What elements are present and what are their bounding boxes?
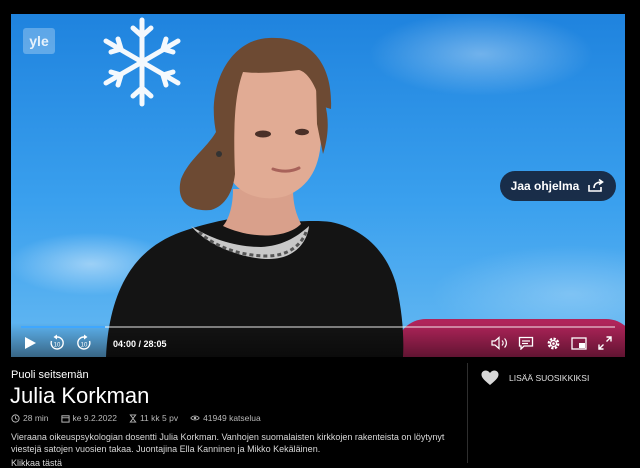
eye-icon <box>190 415 200 421</box>
rewind-10-button[interactable]: 10 <box>47 334 67 352</box>
svg-text:10: 10 <box>54 343 61 349</box>
progress-fill <box>21 326 106 328</box>
calendar-icon <box>60 414 70 423</box>
forward-10-icon: 10 <box>77 334 91 350</box>
date-meta: ke 9.2.2022 <box>60 413 117 423</box>
info-divider <box>467 363 468 463</box>
add-favorite-button[interactable]: LISÄÄ SUOSIKKIKSI <box>481 370 589 386</box>
gear-icon <box>547 337 559 349</box>
rewind-10-icon: 10 <box>50 334 64 350</box>
volume-button[interactable] <box>490 334 510 352</box>
time-display: 04:00 / 28:05 <box>113 339 167 349</box>
fullscreen-button[interactable] <box>595 334 615 352</box>
favorite-label: LISÄÄ SUOSIKKIKSI <box>509 373 590 383</box>
views-meta: 41949 katselua <box>190 413 261 423</box>
picture-in-picture-icon <box>571 336 587 350</box>
availability-meta: 11 kk 5 pv <box>129 413 178 423</box>
availability-text: 11 kk 5 pv <box>139 413 179 423</box>
more-link[interactable]: Klikkaa tästä <box>11 458 62 468</box>
program-description: Vieraana oikeuspsykologian dosentti Juli… <box>11 432 445 454</box>
share-program-button[interactable]: Jaa ohjelma <box>500 171 616 201</box>
share-icon <box>588 179 605 192</box>
progress-bar[interactable] <box>21 326 615 328</box>
hourglass-icon <box>129 413 137 423</box>
program-title: Julia Korkman <box>10 383 150 408</box>
subtitles-icon <box>518 336 534 350</box>
settings-button[interactable] <box>543 334 563 352</box>
svg-text:10: 10 <box>81 343 88 349</box>
subtitles-button[interactable] <box>516 334 536 352</box>
clock-icon <box>11 413 20 423</box>
play-icon <box>25 337 36 349</box>
share-label: Jaa ohjelma <box>510 179 580 193</box>
duration-text: 28 min <box>23 413 49 423</box>
picture-in-picture-button[interactable] <box>569 334 589 352</box>
volume-icon <box>491 336 507 350</box>
heart-icon <box>481 370 499 385</box>
duration-meta: 28 min <box>11 413 49 423</box>
forward-10-button[interactable]: 10 <box>74 334 94 352</box>
views-text: 41949 katselua <box>203 413 261 423</box>
series-name[interactable]: Puoli seitsemän <box>11 369 89 381</box>
date-text: ke 9.2.2022 <box>72 413 117 423</box>
program-info: Puoli seitsemän Julia Korkman 28 min ke … <box>0 357 640 468</box>
program-meta: 28 min ke 9.2.2022 11 kk 5 pv 41949 kats… <box>11 413 261 423</box>
fullscreen-icon <box>598 336 612 350</box>
play-button[interactable] <box>20 334 40 352</box>
video-player[interactable]: yle Jaa ohjelma 10 10 04:00 / 28:05 <box>11 14 625 357</box>
